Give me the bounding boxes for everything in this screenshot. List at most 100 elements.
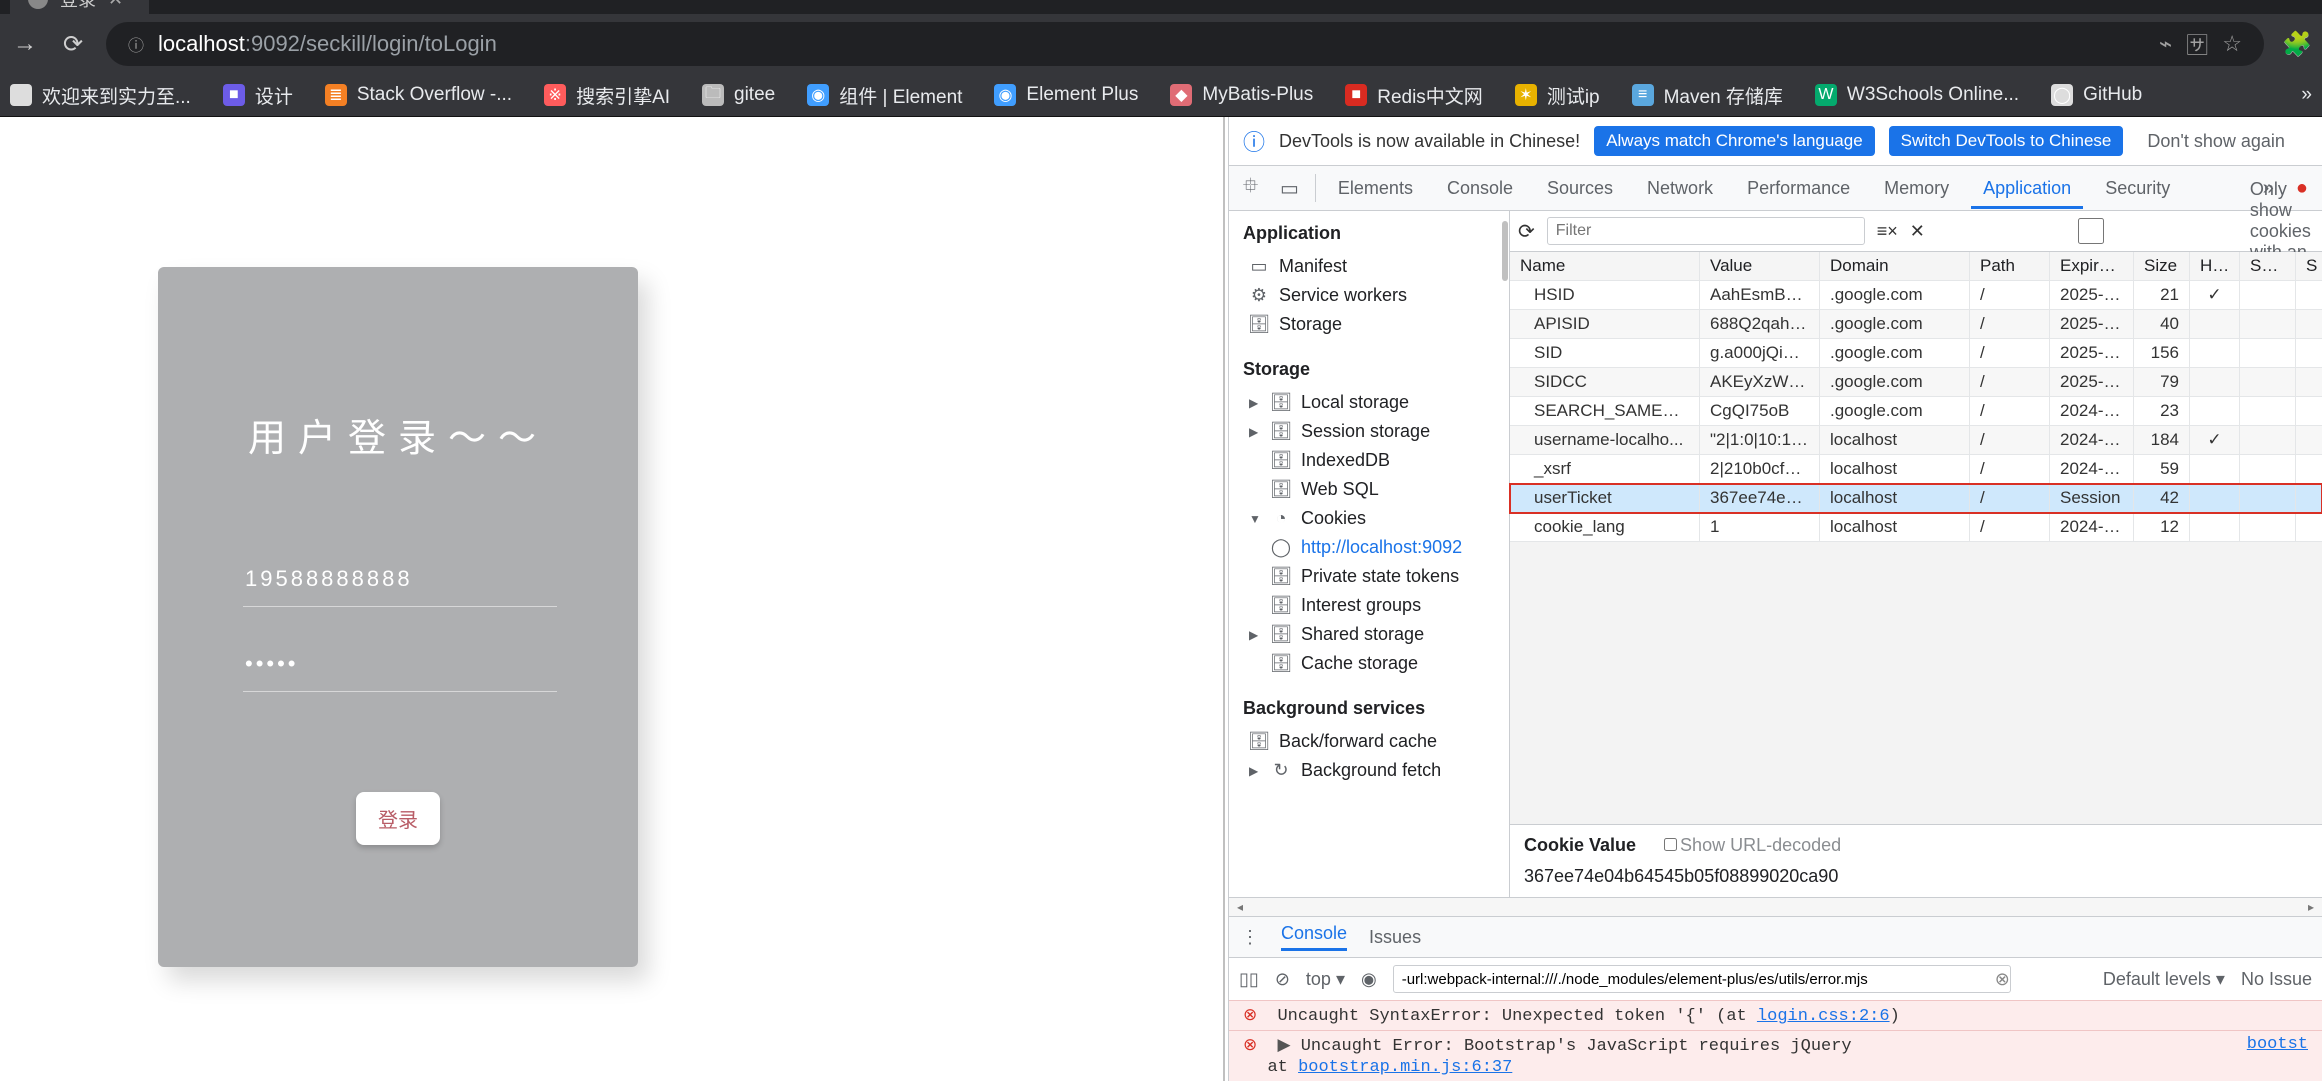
bookmark-item[interactable]: WW3Schools Online... (1815, 84, 2019, 106)
node-storage[interactable]: 🗄Storage (1249, 310, 1509, 339)
col-name[interactable]: Name (1510, 252, 1700, 280)
clear-icon[interactable]: ✕ (1910, 221, 1925, 242)
url-decoded-checkbox[interactable] (1664, 838, 1677, 851)
scroll-right-icon[interactable]: ▸ (2302, 900, 2320, 914)
context-selector[interactable]: top ▾ (1306, 969, 1345, 990)
bookmark-item[interactable]: ◉组件 | Element (807, 82, 962, 109)
table-row[interactable]: HSIDAahEsmBc5....google.com/2025-0...21✓ (1510, 281, 2322, 310)
bookmark-item[interactable]: ≡Maven 存储库 (1632, 82, 1783, 109)
bookmark-icon: ◆ (1170, 84, 1192, 106)
node-cookies[interactable]: ▼◔Cookies (1249, 504, 1509, 533)
col-path[interactable]: Path (1970, 252, 2050, 280)
console-filter-input[interactable] (1393, 965, 2011, 993)
col-domain[interactable]: Domain (1820, 252, 1970, 280)
password-key-icon[interactable]: ⌁ (2159, 31, 2172, 57)
error-link-1[interactable]: login.css:2:6 (1757, 1007, 1890, 1026)
node-interest-groups[interactable]: 🗄Interest groups (1249, 591, 1509, 620)
table-row[interactable]: SIDCCAKEyXzWQ_....google.com/2025-0...79 (1510, 368, 2322, 397)
table-row[interactable]: SIDg.a000jQi8N....google.com/2025-0...15… (1510, 339, 2322, 368)
table-row[interactable]: username-localho..."2|1:0|10:17...localh… (1510, 426, 2322, 455)
translate-icon[interactable]: 🈂︎ (2186, 28, 2208, 60)
node-bg-fetch[interactable]: ▶↻Background fetch (1249, 756, 1509, 785)
username-field[interactable] (243, 552, 557, 607)
device-toolbar-icon[interactable]: ▭ (1274, 176, 1305, 201)
cookie-filter-input[interactable] (1547, 217, 1865, 245)
close-icon[interactable]: ✕ (108, 0, 123, 10)
cookies-empty-area[interactable] (1510, 542, 2322, 824)
password-field[interactable] (243, 637, 557, 692)
log-levels-select[interactable]: Default levels ▾ (2103, 969, 2225, 990)
devtools-tab-console[interactable]: Console (1435, 168, 1525, 209)
refresh-icon[interactable]: ⟳ (1518, 219, 1535, 244)
bookmark-item[interactable]: ◯GitHub (2051, 84, 2142, 106)
bookmark-item[interactable]: ◉Element Plus (994, 84, 1138, 106)
console-error-1[interactable]: ⊗ Uncaught SyntaxError: Unexpected token… (1229, 1000, 2322, 1030)
table-row[interactable]: cookie_lang1localhost/2024-0...12 (1510, 513, 2322, 542)
bookmark-star-icon[interactable]: ☆ (2222, 31, 2242, 57)
node-service-workers[interactable]: ⚙Service workers (1249, 281, 1509, 310)
devtools-tab-elements[interactable]: Elements (1326, 168, 1425, 209)
node-session-storage[interactable]: ▶🗄Session storage (1249, 417, 1509, 446)
switch-language-button[interactable]: Switch DevTools to Chinese (1889, 126, 2124, 156)
col-size[interactable]: Size (2134, 252, 2190, 280)
sidebar-scrollbar[interactable] (1502, 221, 1508, 281)
col-http[interactable]: Htt... (2190, 252, 2240, 280)
error-link-2[interactable]: bootstrap.min.js:6:37 (1298, 1058, 1512, 1077)
match-language-button[interactable]: Always match Chrome's language (1594, 126, 1874, 156)
drawer-menu-icon[interactable]: ⋮ (1241, 927, 1259, 948)
bookmark-item[interactable]: ≣Stack Overflow -... (325, 84, 512, 106)
url-bar[interactable]: ⓘ localhost:9092/seckill/login/toLogin ⌁… (106, 22, 2264, 66)
drawer-tab-console[interactable]: Console (1281, 923, 1347, 951)
table-row[interactable]: APISID688Q2qahD....google.com/2025-0...4… (1510, 310, 2322, 339)
sidebar-toggle-icon[interactable]: ▯▯ (1239, 969, 1259, 990)
col-expires[interactable]: Expires ... (2050, 252, 2134, 280)
extensions-icon[interactable]: 🧩 (2282, 29, 2312, 59)
devtools-tab-network[interactable]: Network (1635, 168, 1725, 209)
bookmark-item[interactable]: 欢迎来到实力至... (10, 82, 191, 109)
browser-tab[interactable]: 登录 ✕ (10, 0, 149, 14)
cookie-value-text[interactable]: 367ee74e04b64545b05f08899020ca90 (1524, 856, 2308, 887)
table-row[interactable]: SEARCH_SAMESITECgQI75oB.google.com/2024-… (1510, 397, 2322, 426)
table-row[interactable]: _xsrf2|210b0cf1|...localhost/2024-0...59 (1510, 455, 2322, 484)
console-error-2[interactable]: ⊗ ▶ Uncaught Error: Bootstrap's JavaScri… (1229, 1030, 2322, 1081)
scroll-left-icon[interactable]: ◂ (1231, 900, 1249, 914)
site-info-icon[interactable]: ⓘ (128, 32, 144, 56)
drawer-tab-issues[interactable]: Issues (1369, 927, 1421, 948)
bookmark-item[interactable]: ■Redis中文网 (1345, 82, 1483, 109)
col-value[interactable]: Value (1700, 252, 1820, 280)
login-button[interactable]: 登录 (356, 792, 440, 845)
sidebar-hscroll[interactable]: ◂ ▸ (1229, 897, 2322, 916)
table-row[interactable]: userTicket367ee74e04...localhost/Session… (1510, 484, 2322, 513)
reload-icon[interactable]: ⟳ (58, 29, 88, 59)
col-secure[interactable]: Sec... (2240, 252, 2296, 280)
only-issue-checkbox[interactable] (1941, 218, 2241, 244)
node-manifest[interactable]: ▭Manifest (1249, 252, 1509, 281)
filter-icon[interactable]: ≡× (1877, 221, 1898, 242)
col-samesite[interactable]: S (2296, 252, 2322, 280)
bookmark-item[interactable]: ※搜索引挚AI (544, 82, 670, 109)
bookmark-item[interactable]: ✶测试ip (1515, 82, 1600, 109)
filter-clear-icon[interactable]: ⊗ (1995, 969, 2010, 990)
bookmark-item[interactable]: ■设计 (223, 82, 293, 109)
url-decoded-check[interactable]: Show URL-decoded (1660, 835, 1841, 856)
dismiss-link[interactable]: Don't show again (2147, 131, 2285, 152)
node-indexeddb[interactable]: 🗄IndexedDB (1249, 446, 1509, 475)
devtools-tab-performance[interactable]: Performance (1735, 168, 1862, 209)
node-private-state[interactable]: 🗄Private state tokens (1249, 562, 1509, 591)
bookmarks-overflow[interactable]: » (2301, 84, 2312, 106)
bookmark-item[interactable]: 🗀gitee (702, 84, 775, 106)
node-bf-cache[interactable]: 🗄Back/forward cache (1249, 727, 1509, 756)
node-websql[interactable]: 🗄Web SQL (1249, 475, 1509, 504)
bookmark-item[interactable]: ◆MyBatis-Plus (1170, 84, 1313, 106)
node-cache-storage[interactable]: 🗄Cache storage (1249, 649, 1509, 678)
live-expression-icon[interactable]: ◉ (1361, 969, 1377, 990)
devtools-resize-handle[interactable] (1220, 117, 1228, 1081)
inspect-icon[interactable]: ⯐ (1237, 171, 1264, 205)
node-cookies-origin[interactable]: ◯http://localhost:9092 (1249, 533, 1509, 562)
devtools-tab-sources[interactable]: Sources (1535, 168, 1625, 209)
node-shared-storage[interactable]: ▶🗄Shared storage (1249, 620, 1509, 649)
node-local-storage[interactable]: ▶🗄Local storage (1249, 388, 1509, 417)
forward-icon[interactable]: → (10, 29, 40, 59)
error-link-right[interactable]: bootst (2247, 1035, 2308, 1054)
clear-console-icon[interactable]: ⊘ (1275, 969, 1290, 990)
